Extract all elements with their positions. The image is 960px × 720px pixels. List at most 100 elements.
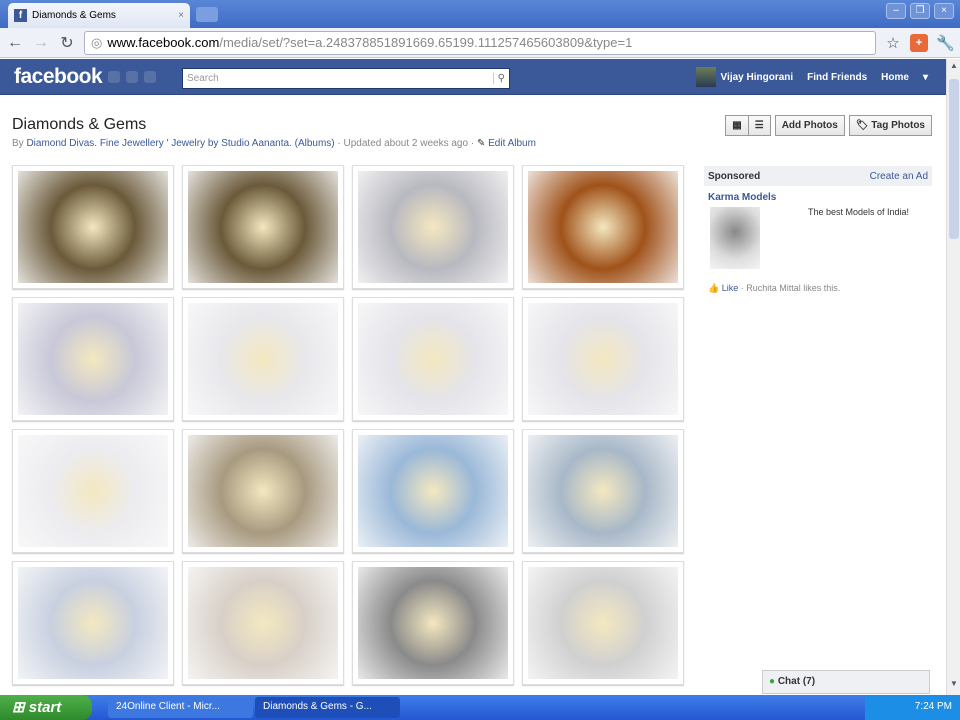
url-path: /media/set/?set=a.248378851891669.65199.… bbox=[219, 35, 633, 50]
photo-image bbox=[18, 171, 168, 283]
albums-link[interactable]: (Albums) bbox=[295, 138, 335, 149]
chat-label: Chat (7) bbox=[777, 676, 816, 687]
photo-thumbnail[interactable] bbox=[522, 429, 684, 553]
notifications-icon[interactable] bbox=[144, 71, 156, 83]
photo-thumbnail[interactable] bbox=[182, 297, 344, 421]
author-link[interactable]: Diamond Divas. Fine Jewellery ' Jewelry … bbox=[26, 138, 291, 149]
profile-link[interactable]: Vijay Hingorani bbox=[695, 67, 794, 87]
photo-image bbox=[18, 435, 168, 547]
browser-titlebar: f Diamonds & Gems × – ❐ × bbox=[0, 0, 960, 28]
minimize-button[interactable]: – bbox=[886, 3, 906, 19]
sponsored-heading: Sponsored bbox=[708, 170, 761, 182]
like-text: · Ruchita Mittal likes this. bbox=[740, 283, 841, 293]
wrench-icon[interactable]: 🔧 bbox=[936, 34, 955, 52]
photo-image bbox=[358, 303, 508, 415]
close-window-button[interactable]: × bbox=[934, 3, 954, 19]
close-tab-icon[interactable]: × bbox=[178, 10, 184, 21]
grid-view-button[interactable]: ▦ bbox=[725, 115, 749, 136]
photo-thumbnail[interactable] bbox=[522, 561, 684, 685]
photo-thumbnail[interactable] bbox=[12, 165, 174, 289]
page-title: Diamonds & Gems bbox=[12, 116, 147, 133]
search-icon[interactable]: ⚲ bbox=[492, 73, 505, 84]
ad-image[interactable] bbox=[710, 207, 760, 269]
photo-thumbnail[interactable] bbox=[352, 297, 514, 421]
scrollbar-thumb[interactable] bbox=[949, 79, 959, 239]
find-friends-link[interactable]: Find Friends bbox=[807, 72, 867, 83]
facebook-logo[interactable]: facebook bbox=[14, 65, 103, 89]
photo-image bbox=[188, 303, 338, 415]
sponsored-sidebar: Sponsored Create an Ad Karma Models The b… bbox=[704, 166, 932, 294]
reload-icon[interactable]: ↻ bbox=[58, 33, 76, 53]
taskbar-item-24online[interactable]: 24Online Client - Micr... bbox=[108, 697, 253, 718]
windows-taskbar: ⊞ start 24Online Client - Micr... Diamon… bbox=[0, 695, 960, 720]
photo-image bbox=[188, 567, 338, 679]
photo-image bbox=[18, 567, 168, 679]
restore-button[interactable]: ❐ bbox=[910, 3, 930, 19]
photo-image bbox=[188, 435, 338, 547]
tab-title: Diamonds & Gems bbox=[32, 10, 116, 21]
extension-icon[interactable]: + bbox=[910, 33, 928, 52]
photo-image bbox=[188, 171, 338, 283]
forward-icon[interactable]: → bbox=[32, 34, 50, 52]
photo-thumbnail[interactable] bbox=[522, 297, 684, 421]
scroll-down-icon[interactable]: ▼ bbox=[947, 679, 960, 693]
photo-image bbox=[358, 567, 508, 679]
tag-photos-label: Tag Photos bbox=[871, 120, 925, 131]
facebook-favicon-icon: f bbox=[14, 9, 27, 22]
globe-icon: ◎ bbox=[91, 34, 103, 50]
photo-image bbox=[528, 303, 678, 415]
clock: 7:24 PM bbox=[914, 701, 952, 712]
add-photos-button[interactable]: Add Photos bbox=[774, 115, 845, 136]
account-dropdown-icon[interactable]: ▾ bbox=[923, 72, 928, 83]
photo-image bbox=[528, 435, 678, 547]
browser-tab[interactable]: f Diamonds & Gems × bbox=[8, 3, 190, 28]
taskbar-item-chrome[interactable]: Diamonds & Gems - G... bbox=[255, 697, 400, 718]
photo-thumbnail[interactable] bbox=[522, 165, 684, 289]
photo-image bbox=[528, 171, 678, 283]
photo-thumbnail[interactable] bbox=[352, 561, 514, 685]
photo-image bbox=[358, 435, 508, 547]
home-link[interactable]: Home bbox=[881, 72, 909, 83]
ad-text: The best Models of India! bbox=[808, 207, 910, 217]
new-tab-button[interactable] bbox=[196, 7, 218, 22]
photo-image bbox=[18, 303, 168, 415]
url-host: www.facebook.com bbox=[107, 35, 220, 50]
updated-text: · Updated about 2 weeks ago · bbox=[337, 138, 475, 149]
album-byline: By Diamond Divas. Fine Jewellery ' Jewel… bbox=[12, 138, 536, 149]
photo-image bbox=[358, 171, 508, 283]
photo-thumbnail[interactable] bbox=[182, 561, 344, 685]
avatar bbox=[695, 67, 716, 87]
like-link[interactable]: Like bbox=[722, 283, 739, 293]
photo-thumbnail[interactable] bbox=[182, 429, 344, 553]
photo-thumbnail[interactable] bbox=[12, 297, 174, 421]
photo-thumbnail[interactable] bbox=[352, 165, 514, 289]
start-button[interactable]: ⊞ start bbox=[0, 695, 92, 720]
scrollbar[interactable]: ▲ ▼ bbox=[946, 59, 960, 695]
pencil-icon: ✎ bbox=[476, 138, 486, 149]
tag-photos-button[interactable]: 🏷 Tag Photos bbox=[848, 115, 932, 136]
messages-icon[interactable] bbox=[126, 71, 138, 83]
ad-title[interactable]: Karma Models bbox=[708, 192, 928, 203]
photo-thumbnail[interactable] bbox=[12, 429, 174, 553]
photo-thumbnail[interactable] bbox=[352, 429, 514, 553]
chat-online-icon: ● bbox=[769, 676, 776, 687]
chat-bar[interactable]: ● Chat (7) bbox=[762, 670, 930, 694]
photo-thumbnail[interactable] bbox=[182, 165, 344, 289]
address-bar[interactable]: ◎ www.facebook.com/media/set/?set=a.24837… bbox=[84, 30, 876, 55]
by-label: By bbox=[12, 138, 24, 149]
user-name: Vijay Hingorani bbox=[720, 71, 794, 83]
browser-toolbar: ← → ↻ ◎ www.facebook.com/media/set/?set=a… bbox=[0, 28, 960, 58]
facebook-header: facebook Search ⚲ Vijay Hingorani Find Fri… bbox=[0, 59, 946, 95]
photo-thumbnail[interactable] bbox=[12, 561, 174, 685]
scroll-up-icon[interactable]: ▲ bbox=[947, 61, 960, 75]
edit-album-link[interactable]: Edit Album bbox=[488, 138, 536, 149]
star-icon[interactable]: ☆ bbox=[884, 34, 902, 52]
friend-requests-icon[interactable] bbox=[108, 71, 120, 83]
list-view-button[interactable]: ☰ bbox=[747, 115, 771, 136]
thumbs-up-icon: 👍 bbox=[708, 283, 720, 293]
tag-icon: 🏷 bbox=[855, 120, 869, 131]
back-icon[interactable]: ← bbox=[6, 34, 24, 52]
search-placeholder: Search bbox=[187, 73, 219, 84]
search-input[interactable]: Search ⚲ bbox=[182, 68, 510, 89]
create-ad-link[interactable]: Create an Ad bbox=[870, 171, 928, 182]
